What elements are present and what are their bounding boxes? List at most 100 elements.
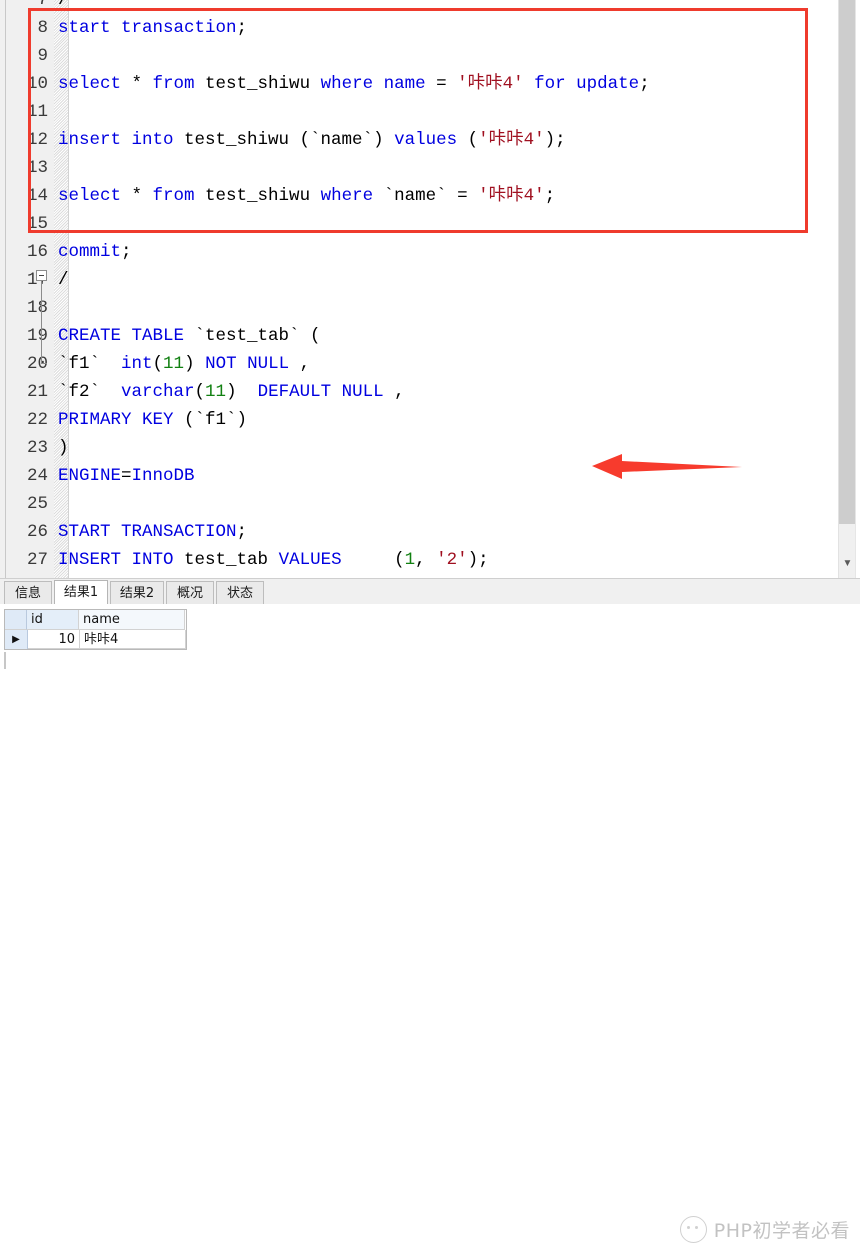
tab-item[interactable]: 状态 [216,581,264,605]
result-tab-strip[interactable]: 信息 结果1 结果2 概况 状态 [0,578,860,606]
code-token: , [289,354,311,374]
line-number: 9 [37,46,48,66]
code-line[interactable]: 21 `f2` varchar(11) DEFAULT NULL , [0,378,860,406]
code-token: '2' [436,550,468,570]
tab-item[interactable]: 结果2 [110,581,164,605]
code-token: * [121,186,153,206]
fold-toggle-icon[interactable] [36,270,47,281]
code-line[interactable]: 24 ENGINE=InnoDB [0,462,860,490]
code-token: select [58,186,122,206]
code-line-text: `f2` varchar(11) DEFAULT NULL , [58,378,405,406]
code-token: = [121,466,132,486]
code-line[interactable]: 26 START TRANSACTION; [0,518,860,546]
code-line[interactable]: 22 PRIMARY KEY (`f1`) [0,406,860,434]
grid-column-header[interactable]: id [27,610,79,630]
code-token: `name` = [373,186,479,206]
code-token: ; [121,242,132,262]
line-number: 14 [26,186,48,206]
line-number: 24 [26,466,48,486]
line-number: 11 [26,102,48,122]
code-line-text: INSERT INTO test_tab VALUES (1, '2'); [58,546,489,574]
code-token: '咔咔4' [478,186,545,206]
watermark: PHP初学者必看 [679,1216,850,1243]
code-token: `f1` [58,354,122,374]
code-token: int [121,354,153,374]
code-token: test_shiwu [194,186,321,206]
code-token: ; [236,18,248,38]
code-text-area[interactable]: 7/8 start transaction; 9 10 select * from te… [0,0,860,578]
code-token: 1 [404,550,416,570]
code-line[interactable]: 27 INSERT INTO test_tab VALUES (1, '2'); [0,546,860,574]
line-number: 7 [37,0,48,10]
code-line[interactable]: 20 `f1` int(11) NOT NULL , [0,350,860,378]
editor-right-edge [855,0,860,578]
code-line[interactable]: 12 insert into test_shiwu (`name`) values… [0,126,860,154]
code-line[interactable]: 7/ [0,0,860,14]
code-line[interactable]: 8 start transaction; [0,14,860,42]
code-token: NOT NULL [205,354,290,374]
tab-item[interactable]: 概况 [166,581,214,605]
code-token: InnoDB [131,466,195,486]
code-line[interactable]: 17/ [0,266,860,294]
code-line[interactable]: 11 [0,98,860,126]
code-line[interactable]: 14 select * from test_shiwu where `name` … [0,182,860,210]
table-row[interactable]: ▶ 10 咔咔4 [5,630,186,649]
code-line[interactable]: 18 [0,294,860,322]
fold-bracket-line [41,281,42,363]
code-token: ) [226,382,258,402]
grid-cell[interactable]: 10 [28,630,80,649]
code-line[interactable]: 16 commit; [0,238,860,266]
code-token: ); [544,130,566,150]
code-token: from [152,74,195,94]
code-token: ENGINE [58,466,122,486]
code-line[interactable]: 15 [0,210,860,238]
code-line-text: / [58,266,69,294]
sql-editor-window: 7/8 start transaction; 9 10 select * from te… [0,0,860,1243]
code-line[interactable]: 25 [0,490,860,518]
code-token: ; [236,522,248,542]
code-token: select [58,74,122,94]
code-token: for update [534,74,640,94]
sql-code-editor[interactable]: 7/8 start transaction; 9 10 select * from te… [0,0,860,578]
code-token: ); [467,550,489,570]
result-data-grid[interactable]: id name ▶ 10 咔咔4 [4,609,187,650]
code-token: , [415,550,437,570]
code-token: where [320,74,374,94]
code-token: DEFAULT NULL [257,382,384,402]
wechat-icon [679,1216,707,1243]
code-token: test_shiwu (`name`) [173,130,395,150]
code-token: commit [58,242,122,262]
code-token: test_tab [173,550,279,570]
grid-column-header[interactable]: name [79,610,185,630]
editor-vertical-scrollbar[interactable]: ▼ [838,0,856,578]
tab-item[interactable]: 信息 [4,581,52,605]
code-token: insert into [58,130,174,150]
code-token: from [152,186,195,206]
code-line-text: commit; [58,238,132,266]
grid-cell[interactable]: 咔咔4 [80,630,186,649]
tab-active[interactable]: 结果1 [54,580,108,606]
code-token: ( [194,382,206,402]
grid-corner-cell[interactable] [5,610,27,630]
scroll-down-arrow-icon[interactable]: ▼ [839,555,856,572]
code-line[interactable]: 19 CREATE TABLE `test_tab` ( [0,322,860,350]
grid-header-row: id name [5,610,186,630]
code-token: '咔咔4' [457,74,524,94]
code-line[interactable]: 9 [0,42,860,70]
code-token: / [58,270,69,290]
line-number: 15 [26,214,48,234]
code-line[interactable]: 23) [0,434,860,462]
scrollbar-thumb[interactable] [839,0,856,524]
code-token: `test_tab` ( [184,326,321,346]
code-line-text: START TRANSACTION; [58,518,247,546]
code-token: 11 [163,354,185,374]
code-token: '咔咔4' [478,130,545,150]
code-token: ) [184,354,206,374]
code-line-text: PRIMARY KEY (`f1`) [58,406,247,434]
code-line[interactable]: 10 select * from test_shiwu where name = … [0,70,860,98]
code-token: ( [457,130,479,150]
watermark-text: PHP初学者必看 [713,1220,850,1242]
code-line[interactable]: 13 [0,154,860,182]
